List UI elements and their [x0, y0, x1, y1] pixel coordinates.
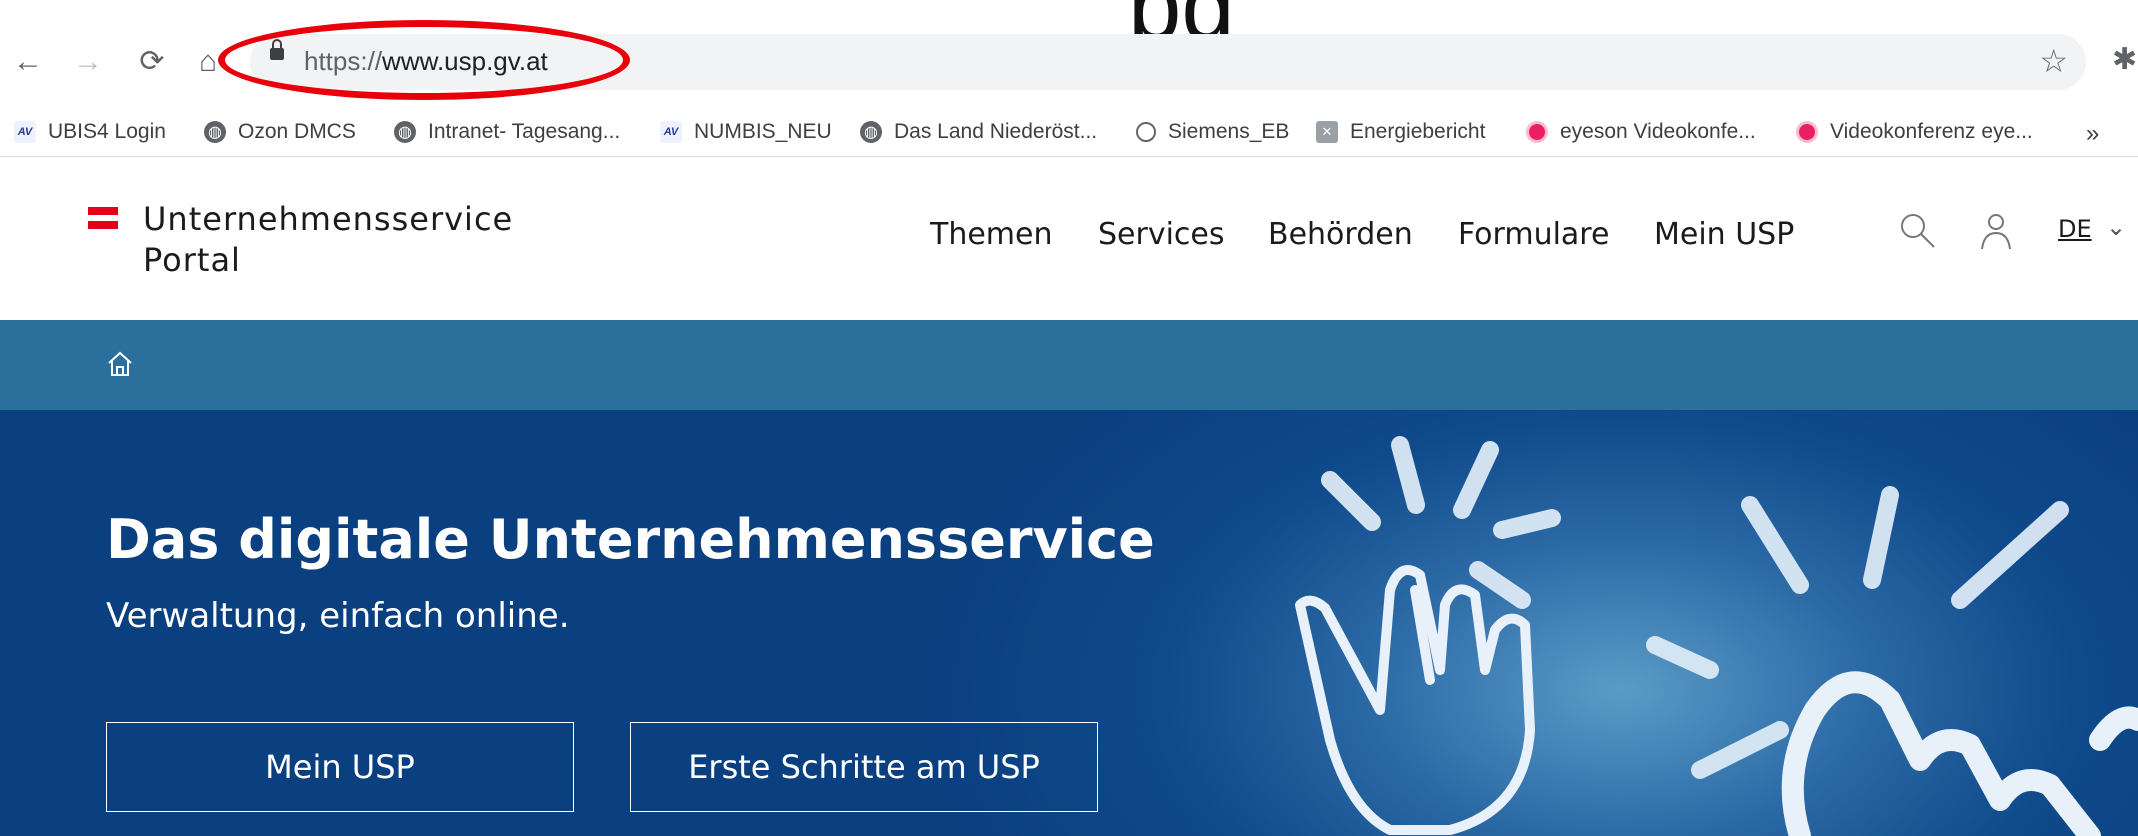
hero-banner: Das digitale Unternehmensservice Verwalt…: [0, 410, 2138, 836]
bookmark-item[interactable]: ◍ Intranet- Tagesang...: [394, 116, 620, 148]
chevron-down-icon[interactable]: ⌄: [2106, 213, 2126, 242]
bookmark-item[interactable]: Siemens_EB: [1136, 116, 1289, 148]
nav-themen[interactable]: Themen: [930, 217, 1053, 252]
bookmark-item[interactable]: ◍ Ozon DMCS: [204, 116, 356, 148]
forward-arrow-icon[interactable]: →: [70, 44, 106, 80]
nav-formulare[interactable]: Formulare: [1458, 217, 1609, 252]
ubis-icon: AV: [660, 121, 682, 143]
bookmarks-bar: AV UBIS4 Login ◍ Ozon DMCS ◍ Intranet- T…: [0, 108, 2138, 157]
breadcrumb-home-icon[interactable]: [106, 350, 134, 378]
search-icon[interactable]: [1898, 211, 1938, 256]
breadcrumb: [0, 320, 2138, 410]
siemens-icon: [1136, 122, 1156, 142]
mein-usp-button[interactable]: Mein USP: [106, 722, 574, 812]
nav-mein-usp[interactable]: Mein USP: [1654, 217, 1794, 252]
nav-behoerden[interactable]: Behörden: [1268, 217, 1413, 252]
language-selector[interactable]: DE: [2058, 215, 2092, 243]
url-highlight-circle: [218, 20, 630, 100]
globe-icon: ◍: [204, 121, 226, 143]
reload-icon[interactable]: ⟳: [134, 44, 170, 80]
globe-icon: ◍: [394, 121, 416, 143]
hero-title: Das digitale Unternehmensservice: [106, 508, 1155, 571]
globe-icon: ◍: [860, 121, 882, 143]
bookmark-item[interactable]: ✕ Energiebericht: [1316, 116, 1485, 148]
eyeson-icon: [1526, 121, 1548, 143]
more-bookmarks-button[interactable]: »: [2086, 120, 2099, 148]
bookmark-item[interactable]: ◍ Das Land Niederöst...: [860, 116, 1097, 148]
site-header: Unternehmensservice Portal Themen Servic…: [0, 157, 2138, 320]
nav-services[interactable]: Services: [1098, 217, 1225, 252]
hero-subtitle: Verwaltung, einfach online.: [106, 596, 570, 636]
eyeson-icon: [1796, 121, 1818, 143]
bookmark-star-icon[interactable]: ☆: [2039, 42, 2068, 80]
energy-icon: ✕: [1316, 121, 1338, 143]
back-arrow-icon[interactable]: ←: [10, 44, 46, 80]
pointing-hand-illustration-icon: [1295, 436, 2138, 836]
bookmark-item[interactable]: Videokonferenz eye...: [1796, 116, 2033, 148]
bookmark-item[interactable]: eyeson Videokonfe...: [1526, 116, 1756, 148]
browser-toolbar: pg ← → ⟳ ⌂ https://www.usp.gv.at ☆ ✱: [0, 0, 2138, 108]
ubis-icon: AV: [14, 121, 36, 143]
erste-schritte-button[interactable]: Erste Schritte am USP: [630, 722, 1098, 812]
bookmark-item[interactable]: AV UBIS4 Login: [14, 116, 166, 148]
extensions-puzzle-icon[interactable]: ✱: [2112, 42, 2137, 77]
user-icon[interactable]: [1976, 211, 2016, 256]
bookmark-item[interactable]: AV NUMBIS_NEU: [660, 116, 832, 148]
site-logo[interactable]: Unternehmensservice Portal: [143, 199, 513, 281]
